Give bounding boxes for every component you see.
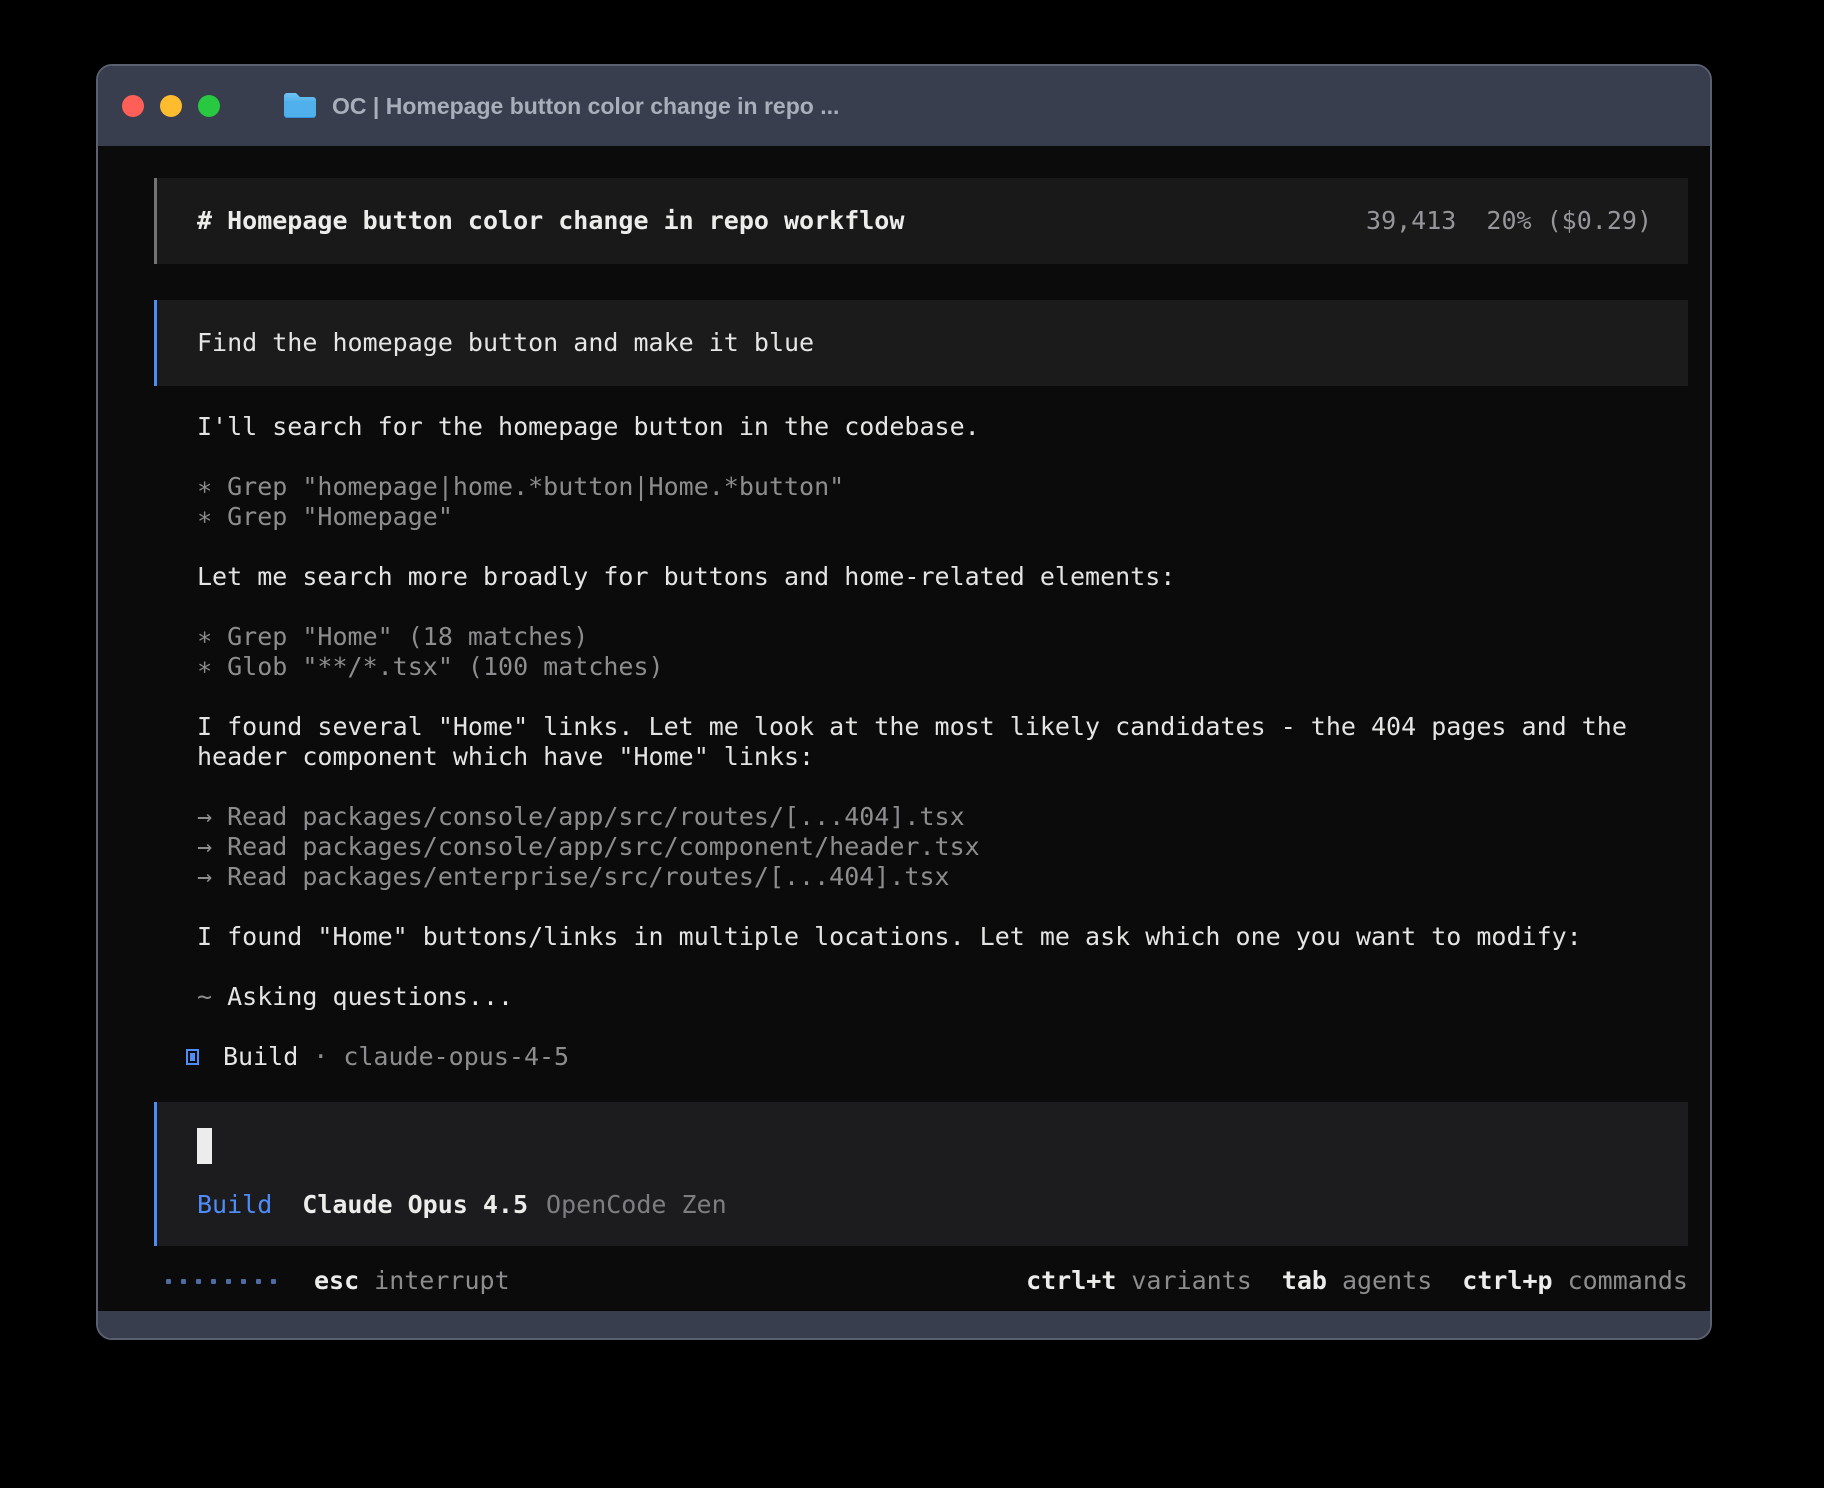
terminal-content: # Homepage button color change in repo w…	[98, 146, 1710, 1311]
window-title: OC | Homepage button color change in rep…	[332, 93, 839, 120]
pending-bullet: ~	[197, 982, 227, 1011]
user-message: Find the homepage button and make it blu…	[154, 300, 1688, 386]
spinner-dot	[241, 1279, 246, 1284]
blank-line	[154, 952, 1688, 982]
blank-line	[154, 592, 1688, 622]
input-provider-label: OpenCode Zen	[546, 1190, 727, 1220]
close-button[interactable]	[122, 95, 144, 117]
agent-status-line: Build · claude-opus-4-5	[154, 1042, 1688, 1072]
input-footer: Build Claude Opus 4.5 OpenCode Zen	[197, 1190, 1648, 1220]
spinner-dot	[211, 1279, 216, 1284]
tool-call-line: ∗ Grep "homepage|home.*button|Home.*butt…	[154, 472, 1688, 502]
assistant-text: I found several "Home" links. Let me loo…	[154, 712, 1688, 772]
hint-label: variants	[1131, 1266, 1251, 1295]
tool-call-line: ∗ Glob "**/*.tsx" (100 matches)	[154, 652, 1688, 682]
keyboard-hint-agents: tab agents	[1282, 1266, 1432, 1296]
spinner-dot	[181, 1279, 186, 1284]
hint-label: commands	[1568, 1266, 1688, 1295]
session-header: # Homepage button color change in repo w…	[154, 178, 1688, 264]
user-message-text: Find the homepage button and make it blu…	[197, 328, 814, 357]
pending-text: Asking questions...	[227, 982, 513, 1011]
session-stats: 39,413 20% ($0.29)	[1366, 206, 1652, 236]
status-bar: escinterrupt ctrl+tvariantstabagentsctrl…	[154, 1266, 1688, 1296]
spinner-dot	[166, 1279, 171, 1284]
prompt-input[interactable]: Build Claude Opus 4.5 OpenCode Zen	[154, 1102, 1688, 1246]
tool-call-line: → Read packages/console/app/src/routes/[…	[154, 802, 1688, 832]
tool-call-line: ∗ Grep "Homepage"	[154, 502, 1688, 532]
hint-key: ctrl+p	[1462, 1266, 1552, 1295]
agent-separator: ·	[313, 1042, 328, 1072]
working-spinner	[166, 1279, 276, 1284]
interrupt-label: interrupt	[374, 1266, 509, 1295]
tool-call-line: → Read packages/enterprise/src/routes/[.…	[154, 862, 1688, 892]
input-mode-label[interactable]: Build	[197, 1190, 272, 1220]
tool-call-line: → Read packages/console/app/src/componen…	[154, 832, 1688, 862]
pending-tool-line: ~ Asking questions...	[154, 982, 1688, 1012]
window-bottom-edge	[98, 1311, 1710, 1338]
traffic-lights	[122, 95, 220, 117]
folder-icon	[282, 92, 318, 120]
minimize-button[interactable]	[160, 95, 182, 117]
status-right: ctrl+t variants tab agents ctrl+p commands	[996, 1266, 1688, 1296]
blank-line	[154, 532, 1688, 562]
keyboard-hint-commands: ctrl+p commands	[1462, 1266, 1688, 1296]
blank-line	[154, 772, 1688, 802]
zoom-button[interactable]	[198, 95, 220, 117]
keyboard-hint-variants: ctrl+t variants	[1026, 1266, 1252, 1296]
assistant-text: I'll search for the homepage button in t…	[154, 412, 1688, 442]
spinner-dot	[271, 1279, 276, 1284]
terminal-window: OC | Homepage button color change in rep…	[96, 64, 1712, 1340]
tool-call-line: ∗ Grep "Home" (18 matches)	[154, 622, 1688, 652]
assistant-conversation: I'll search for the homepage button in t…	[154, 412, 1688, 1072]
session-title: # Homepage button color change in repo w…	[197, 206, 904, 236]
blank-line	[154, 892, 1688, 922]
agent-model-label: claude-opus-4-5	[343, 1042, 569, 1072]
esc-key: esc	[314, 1266, 359, 1295]
assistant-text: Let me search more broadly for buttons a…	[154, 562, 1688, 592]
title-bar[interactable]: OC | Homepage button color change in rep…	[98, 66, 1710, 146]
spinner-dot	[196, 1279, 201, 1284]
input-model-label[interactable]: Claude Opus 4.5	[302, 1190, 528, 1220]
spinner-dot	[256, 1279, 261, 1284]
status-left: esc interrupt	[154, 1266, 510, 1296]
hint-key: tab	[1282, 1266, 1327, 1295]
hint-key: ctrl+t	[1026, 1266, 1116, 1295]
spinner-dot	[226, 1279, 231, 1284]
blank-line	[154, 1012, 1688, 1042]
blank-line	[154, 682, 1688, 712]
assistant-text: I found "Home" buttons/links in multiple…	[154, 922, 1688, 952]
hint-label: agents	[1342, 1266, 1432, 1295]
agent-square-icon	[186, 1049, 199, 1065]
interrupt-hint: esc interrupt	[314, 1266, 510, 1296]
agent-mode-label: Build	[223, 1042, 298, 1072]
blank-line	[154, 442, 1688, 472]
text-cursor	[197, 1128, 212, 1164]
